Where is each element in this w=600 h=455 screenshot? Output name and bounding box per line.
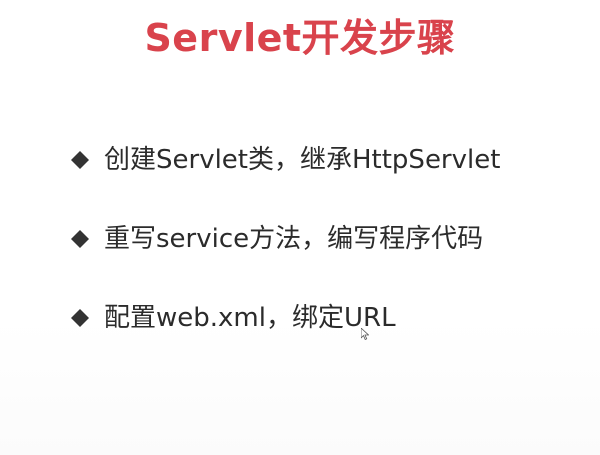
bullet-list: 创建Servlet类，继承HttpServlet 重写service方法，编写程… [68, 140, 500, 377]
bullet-text: 创建Servlet类，继承HttpServlet [104, 145, 501, 175]
presentation-slide: Servlet开发步骤 创建Servlet类，继承HttpServlet 重写s… [0, 0, 600, 455]
diamond-icon [68, 148, 92, 172]
slide-title: Servlet开发步骤 [144, 16, 456, 60]
bullet-text: 配置web.xml，绑定URL [104, 303, 396, 333]
list-item: 重写service方法，编写程序代码 [68, 219, 500, 259]
diamond-icon [68, 227, 92, 251]
list-item: 配置web.xml，绑定URL [68, 298, 500, 338]
bullet-text: 重写service方法，编写程序代码 [104, 224, 484, 254]
diamond-icon [68, 306, 92, 330]
mouse-pointer-icon [360, 325, 370, 341]
list-item: 创建Servlet类，继承HttpServlet [68, 140, 500, 180]
